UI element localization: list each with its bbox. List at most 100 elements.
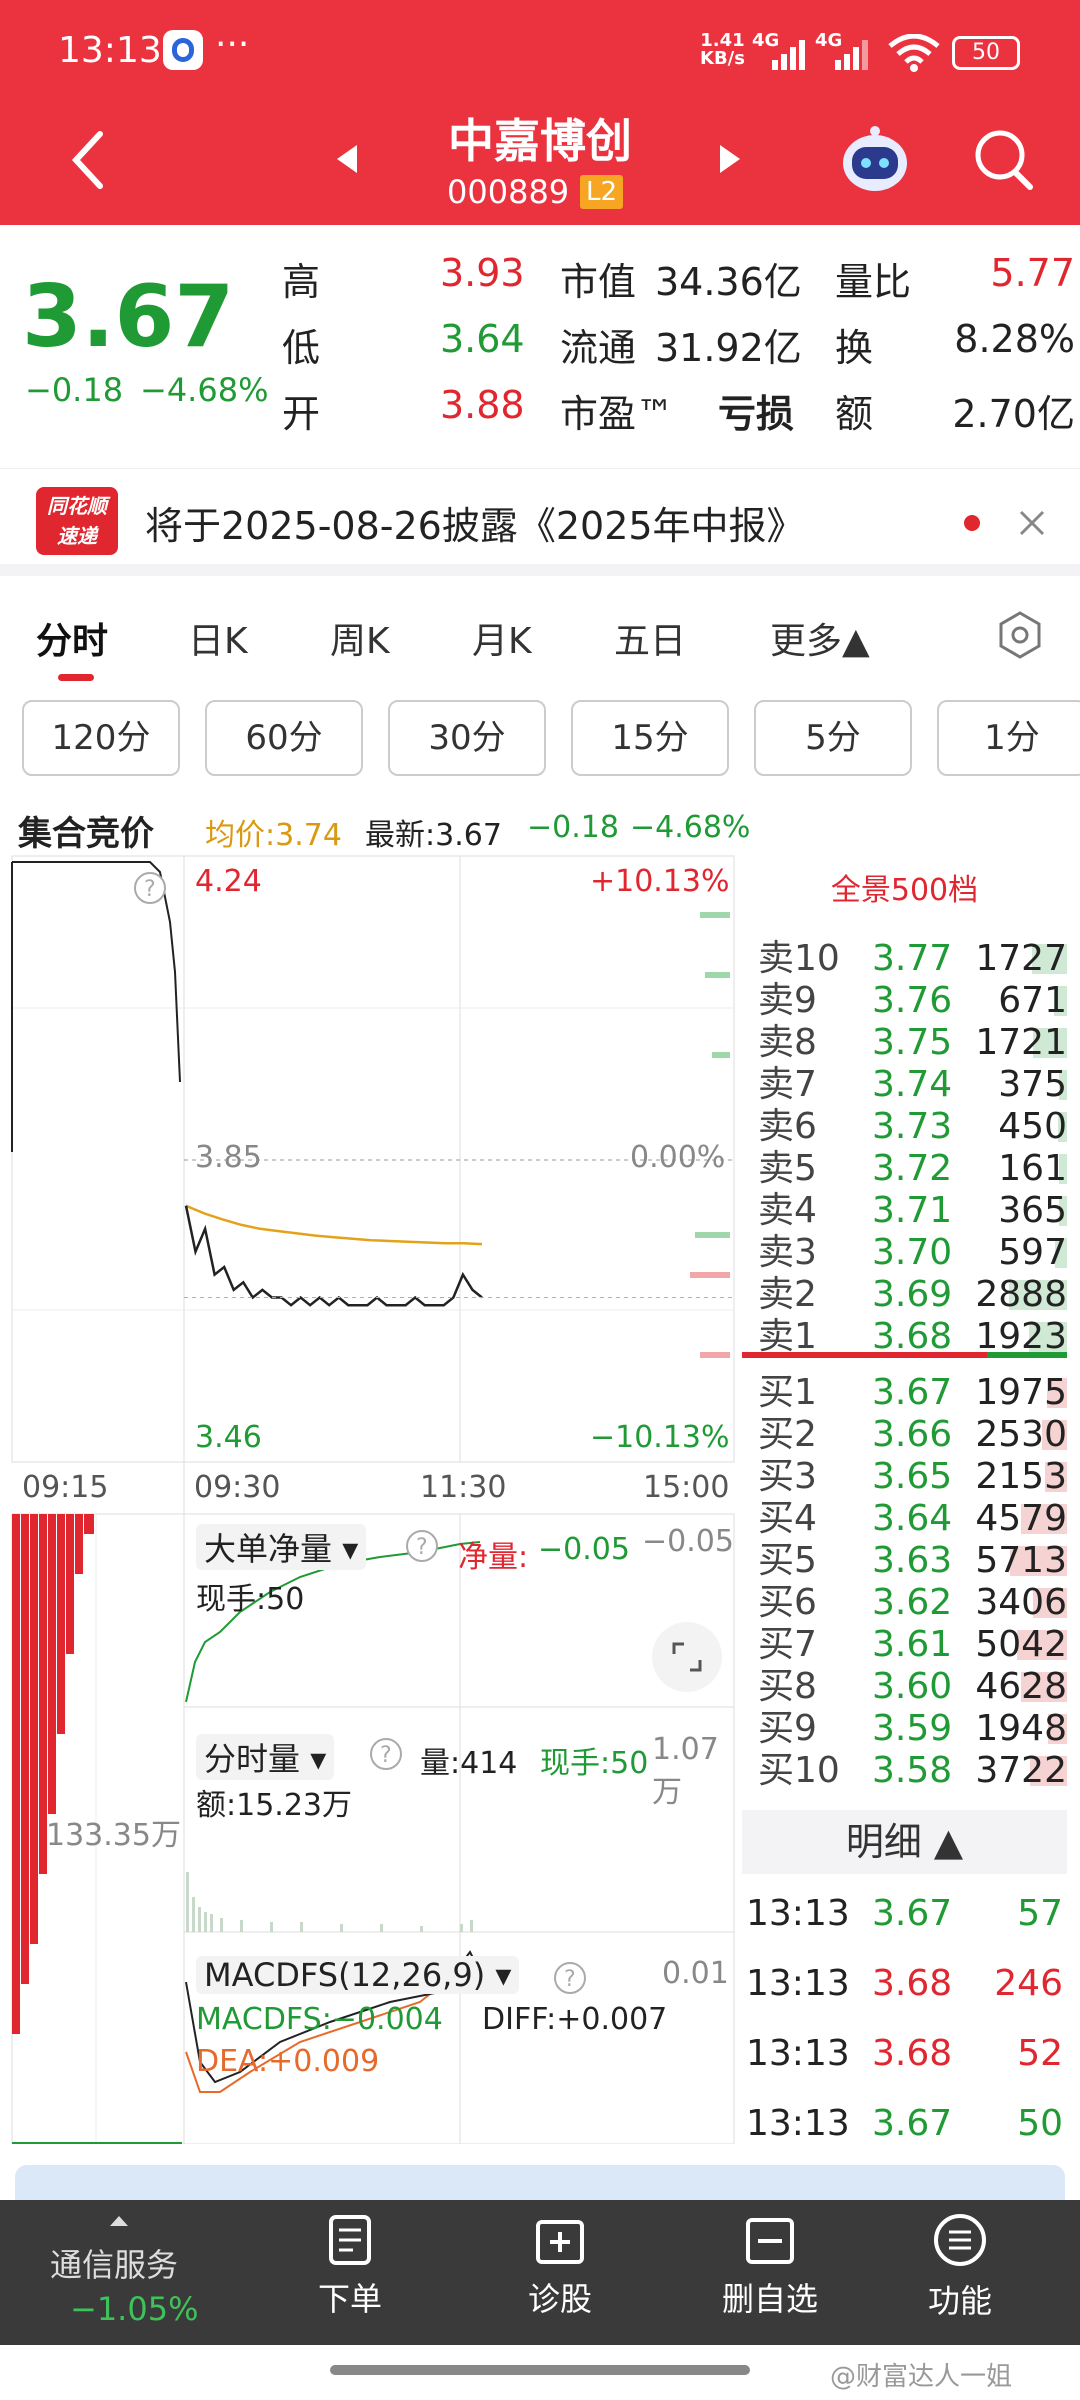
home-indicator[interactable] [330,2365,750,2375]
bid-row[interactable]: 买2 3.66 2530 [742,1414,1067,1456]
pe-value: 亏损 [718,392,795,436]
ask-row[interactable]: 卖9 3.76 671 [742,980,1067,1022]
next-stock-icon[interactable] [718,143,742,175]
macd-value: MACDFS:−0.004 [196,2002,443,2037]
bid-price: 3.66 [872,1414,953,1455]
auction-volume-label: 133.35万 [46,1818,181,1853]
ask-row[interactable]: 卖7 3.74 375 [742,1064,1067,1106]
promo-banner-strip[interactable] [15,2165,1065,2205]
ask-row[interactable]: 卖2 3.69 2888 [742,1274,1067,1316]
tab-monthly-k[interactable]: 月K [472,612,532,664]
bid-row[interactable]: 买10 3.58 3722 [742,1750,1067,1792]
tab-weekly-k[interactable]: 周K [330,612,390,664]
tab-intraday[interactable]: 分时 [36,612,108,664]
macd-help-icon[interactable]: ? [552,1960,588,1996]
bid-row[interactable]: 买4 3.64 4579 [742,1498,1067,1540]
big-order-help-icon[interactable]: ? [404,1528,440,1564]
high-value: 3.93 [440,251,525,295]
chart-tabs: 分时 日K 周K 月K 五日 更多▲ [0,588,1080,688]
search-icon[interactable] [972,127,1034,193]
functions-button[interactable]: 功能 [860,2200,1060,2345]
expand-up-icon[interactable] [108,2214,130,2228]
bid-row[interactable]: 买9 3.59 1948 [742,1708,1067,1750]
tab-daily-k[interactable]: 日K [188,612,248,664]
remove-watchlist-icon [746,2218,794,2264]
prev-stock-icon[interactable] [335,143,359,175]
ask-row[interactable]: 卖3 3.70 597 [742,1232,1067,1274]
ask-row[interactable]: 卖4 3.71 365 [742,1190,1067,1232]
sector-name[interactable]: 通信服务 [50,2240,178,2286]
pct-low-label: −10.13% [590,1420,730,1455]
bid-volume: 2153 [975,1456,1067,1497]
chart-settings-icon[interactable] [995,610,1045,660]
current-price: 3.67 [22,267,235,367]
back-icon[interactable] [68,130,108,190]
float-value: 31.92亿 [655,326,802,370]
time-label-1130: 11:30 [420,1470,507,1505]
tab-five-day[interactable]: 五日 [614,612,686,664]
bid-volume: 5713 [975,1540,1067,1581]
trade-volume: 52 [1017,2033,1063,2074]
bid-row[interactable]: 买7 3.61 5042 [742,1624,1067,1666]
diagnose-button[interactable]: 诊股 [460,2200,660,2345]
pe-label: 市盈™ [560,392,675,436]
period-15m[interactable]: 15分 [571,700,729,776]
period-5m[interactable]: 5分 [754,700,912,776]
app-notification-icon [163,30,203,70]
big-order-dropdown[interactable]: 大单净量 ▾ [196,1524,367,1570]
bid-row[interactable]: 买8 3.60 4628 [742,1666,1067,1708]
ask-row[interactable]: 卖6 3.73 450 [742,1106,1067,1148]
trade-detail-row: 13:13 3.67 57 [742,1884,1067,1944]
ask-price: 3.72 [872,1148,953,1189]
bid-price: 3.67 [872,1372,953,1413]
ask-row[interactable]: 卖10 3.77 1727 [742,938,1067,980]
bid-row[interactable]: 买3 3.65 2153 [742,1456,1067,1498]
announcement-banner[interactable]: 同花顺 速递 将于2025-08-26披露《2025年中报》 [0,468,1080,576]
time-label-0915: 09:15 [22,1470,109,1505]
bid-row[interactable]: 买1 3.67 1975 [742,1372,1067,1414]
trade-time: 13:13 [746,1893,850,1934]
remove-watchlist-button[interactable]: 删自选 [670,2200,870,2345]
time-label-1500: 15:00 [643,1470,730,1505]
bid-row[interactable]: 买5 3.63 5713 [742,1540,1067,1582]
status-bar: 13:13 ··· 1.41 KB/s 4G 4G 50 [0,0,1080,105]
svg-text:?: ? [144,877,156,902]
active-tab-indicator [58,674,94,681]
ask-volume: 671 [998,980,1067,1021]
nav-row: 中嘉博创 000889 L2 [0,105,1080,225]
intraday-chart-area: 4.24 +10.13% 3.85 0.00% 3.46 −10.13% ? 0… [0,852,740,2144]
bid-label: 买1 [758,1372,817,1413]
period-30m[interactable]: 30分 [388,700,546,776]
net-label: 净量: [458,1540,529,1575]
period-120m[interactable]: 120分 [22,700,180,776]
trade-time: 13:13 [746,2033,850,2074]
detail-header[interactable]: 明细 ▲ [742,1810,1067,1874]
assistant-robot-icon[interactable] [840,125,910,195]
volume-value: 量:414 [420,1746,518,1781]
bid-volume: 3722 [975,1750,1067,1791]
tab-more[interactable]: 更多▲ [770,612,870,664]
period-selector: 120分 60分 30分 15分 5分 1分 [0,700,1080,782]
ask-label: 卖5 [758,1148,817,1189]
ask-row[interactable]: 卖5 3.72 161 [742,1148,1067,1190]
bid-row[interactable]: 买6 3.62 3406 [742,1582,1067,1624]
close-icon[interactable] [1018,509,1046,537]
level500-button[interactable]: 全景500档 [742,860,1067,922]
price-high-label: 4.24 [195,864,262,899]
bid-volume: 2530 [975,1414,1067,1455]
period-1m[interactable]: 1分 [937,700,1080,776]
fullscreen-button[interactable] [652,1622,722,1692]
ask-label: 卖9 [758,980,817,1021]
bid-label: 买5 [758,1540,817,1581]
avg-price-line [185,1204,483,1246]
ask-row[interactable]: 卖8 3.75 1721 [742,1022,1067,1064]
order-label: 下单 [317,2280,382,2318]
period-60m[interactable]: 60分 [205,700,363,776]
diagnose-label: 诊股 [527,2280,592,2318]
order-button[interactable]: 下单 [250,2200,450,2345]
help-icon[interactable]: ? [132,870,168,906]
trade-time: 13:13 [746,2103,850,2144]
macd-dropdown[interactable]: MACDFS(12,26,9) ▾ [196,1956,520,1994]
volume-dropdown[interactable]: 分时量 ▾ [196,1734,335,1780]
volume-help-icon[interactable]: ? [368,1736,404,1772]
